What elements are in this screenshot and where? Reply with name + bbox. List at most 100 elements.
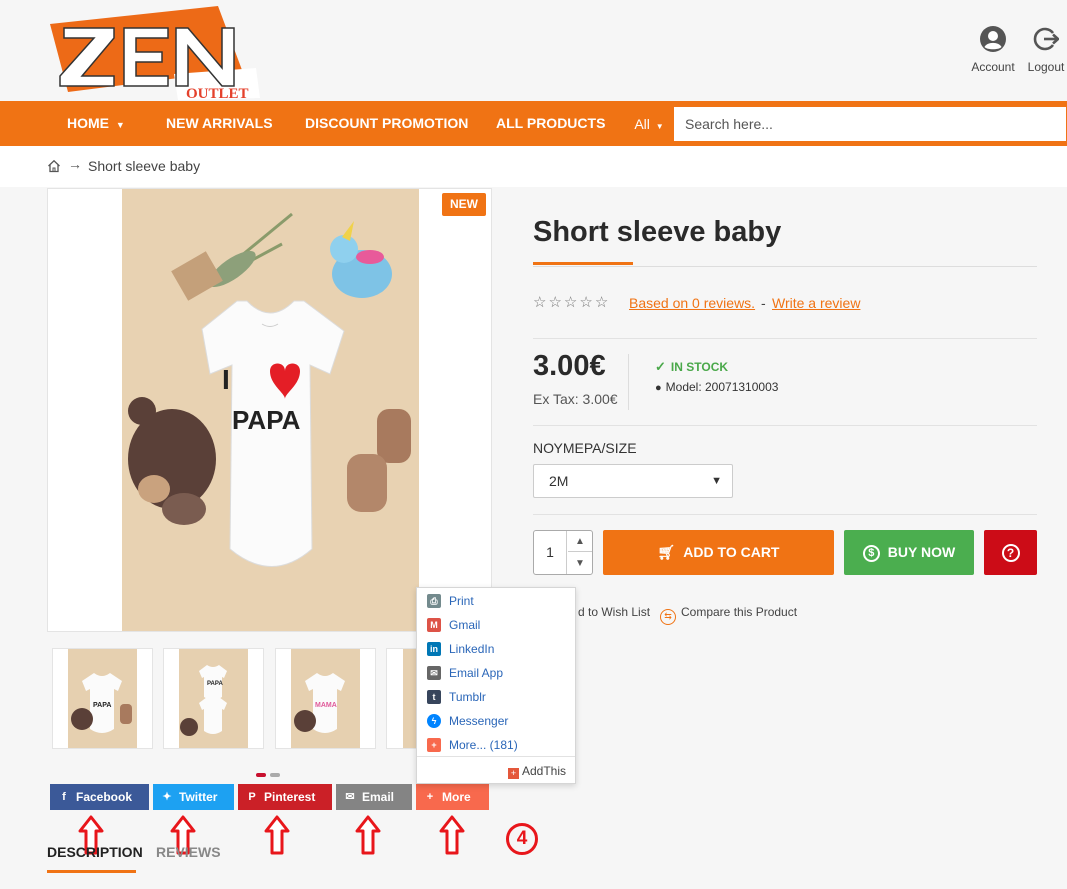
price-ex-tax: Ex Tax: 3.00€ [533,391,618,407]
account-label: Account [971,60,1015,74]
star-empty-icon: ☆ [579,294,595,311]
share-email-label: Email [362,790,395,804]
email-icon: ✉ [345,791,355,803]
caret-down-icon: ▼ [115,120,125,130]
thumbnail-photo: MAMA [291,649,360,748]
account-link[interactable]: Account [968,26,1018,74]
product-model: ● Model: 20071310003 [655,380,778,394]
divider [533,338,1037,339]
tab-reviews[interactable]: REVIEWS [156,844,221,860]
breadcrumb: → Short sleeve baby [0,146,1067,187]
step-number-marker: 4 [506,823,538,855]
tumblr-icon: t [427,690,441,704]
logout-link[interactable]: Logout [1021,26,1067,74]
bodysuit-print: PAPA [232,405,301,435]
nav-all-products[interactable]: ALL PRODUCTS [496,101,605,146]
thumbnail-caption: PAPA [93,702,111,709]
nav-home[interactable]: HOME ▼ [67,101,125,146]
add-to-cart-button[interactable]: 🛒︎ ADD TO CART [603,530,834,575]
home-icon[interactable] [47,159,61,173]
question-circle-icon: ? [1001,544,1020,563]
quantity-input[interactable]: 1 [534,531,567,574]
star-empty-icon: ☆ [533,294,549,311]
share-facebook-label: Facebook [76,790,133,804]
reviews-count-link[interactable]: Based on 0 reviews. [629,295,755,311]
star-empty-icon: ☆ [563,294,580,311]
product-price: 3.00€ [533,350,606,382]
product-photo: I PAPA [122,189,419,631]
gmail-icon: M [427,618,441,632]
add-to-cart-label: ADD TO CART [683,544,780,560]
share-messenger-label: Messenger [449,714,509,728]
write-review-link[interactable]: Write a review [772,295,860,311]
nav-discount-promotion[interactable]: DISCOUNT PROMOTION [305,101,468,146]
linkedin-icon: in [427,642,441,656]
divider [533,514,1037,515]
divider [533,425,1037,426]
facebook-icon: f [62,791,66,803]
search-category-select[interactable]: All ▼ [624,107,675,141]
ask-question-button[interactable]: ? [984,530,1037,575]
dropdown-divider [417,756,575,757]
breadcrumb-current: Short sleeve baby [88,158,201,174]
up-arrow-annotation-icon [439,815,465,855]
carousel-dot[interactable] [270,773,280,777]
share-twitter-label: Twitter [179,790,218,804]
check-icon: ✓ [655,359,666,374]
product-model-label: Model: 20071310003 [665,380,779,394]
buy-now-button[interactable]: $ BUY NOW [844,530,974,575]
new-badge: NEW [442,193,486,216]
logout-label: Logout [1027,60,1065,74]
title-accent-bar [533,262,633,265]
twitter-icon: ✦ [162,791,172,803]
print-icon: ⎙ [427,594,441,608]
logout-icon [1033,27,1060,51]
breadcrumb-separator: → [68,156,82,172]
thumbnail-caption: PAPA [207,681,223,687]
nav-new-arrivals[interactable]: NEW ARRIVALS [166,101,273,146]
share-facebook-button[interactable]: f Facebook [50,784,149,810]
svg-text:I: I [222,364,230,395]
share-more-dropdown: ⎙ Print M Gmail in LinkedIn ✉ Email App … [416,587,576,784]
carousel-dot-active[interactable] [256,773,266,777]
dollar-circle-icon: $ [862,544,880,562]
stock-status: ✓ IN STOCK [655,359,728,375]
search-input[interactable] [675,107,1065,141]
thumbnail[interactable]: MAMA [275,648,376,749]
share-more-label: More [442,790,471,804]
pinterest-icon: P [248,791,256,803]
star-empty-icon: ☆ [548,294,564,311]
share-pinterest-label: Pinterest [264,790,316,804]
site-header: OUTLET Account Logout [0,0,1067,101]
share-more-button[interactable]: + More [416,784,489,810]
quantity-decrease-button[interactable]: ▼ [568,553,592,574]
zen-outlet-logo[interactable]: OUTLET [46,2,261,100]
share-tumblr-label: Tumblr [449,690,486,704]
size-select-value: 2M [549,473,569,489]
product-main-image[interactable]: I PAPA [47,188,492,632]
thumbnail[interactable]: PAPA [163,648,264,749]
thumbnail-photo [403,649,416,748]
thumbnail-photo: PAPA [179,649,248,748]
quantity-increase-button[interactable]: ▲ [568,531,592,552]
chevron-down-icon: ▼ [711,475,722,487]
thumbnail[interactable] [386,648,417,749]
share-more-services-label: More... (181) [449,738,518,752]
price-divider [628,354,629,410]
logo-outlet-text: OUTLET [186,86,249,100]
stock-status-label: IN STOCK [670,360,729,374]
thumbnail-caption: MAMA [315,702,337,709]
size-select[interactable]: 2M ▼ [533,464,733,498]
thumbnail[interactable]: PAPA [52,648,153,749]
share-email-button[interactable]: ✉ Email [336,784,412,810]
up-arrow-annotation-icon [264,815,290,855]
addthis-link[interactable]: + AddThis [508,764,566,779]
share-twitter-button[interactable]: ✦ Twitter [153,784,234,810]
tab-description[interactable]: DESCRIPTION [47,844,143,860]
buy-now-label: BUY NOW [887,544,956,560]
caret-down-icon: ▼ [655,122,664,131]
add-to-wishlist-link[interactable]: d to Wish List [578,605,650,619]
share-pinterest-button[interactable]: P Pinterest [238,784,332,810]
compare-product-link[interactable]: ⇆ Compare this Product [660,605,797,625]
carousel-dots [256,764,284,782]
